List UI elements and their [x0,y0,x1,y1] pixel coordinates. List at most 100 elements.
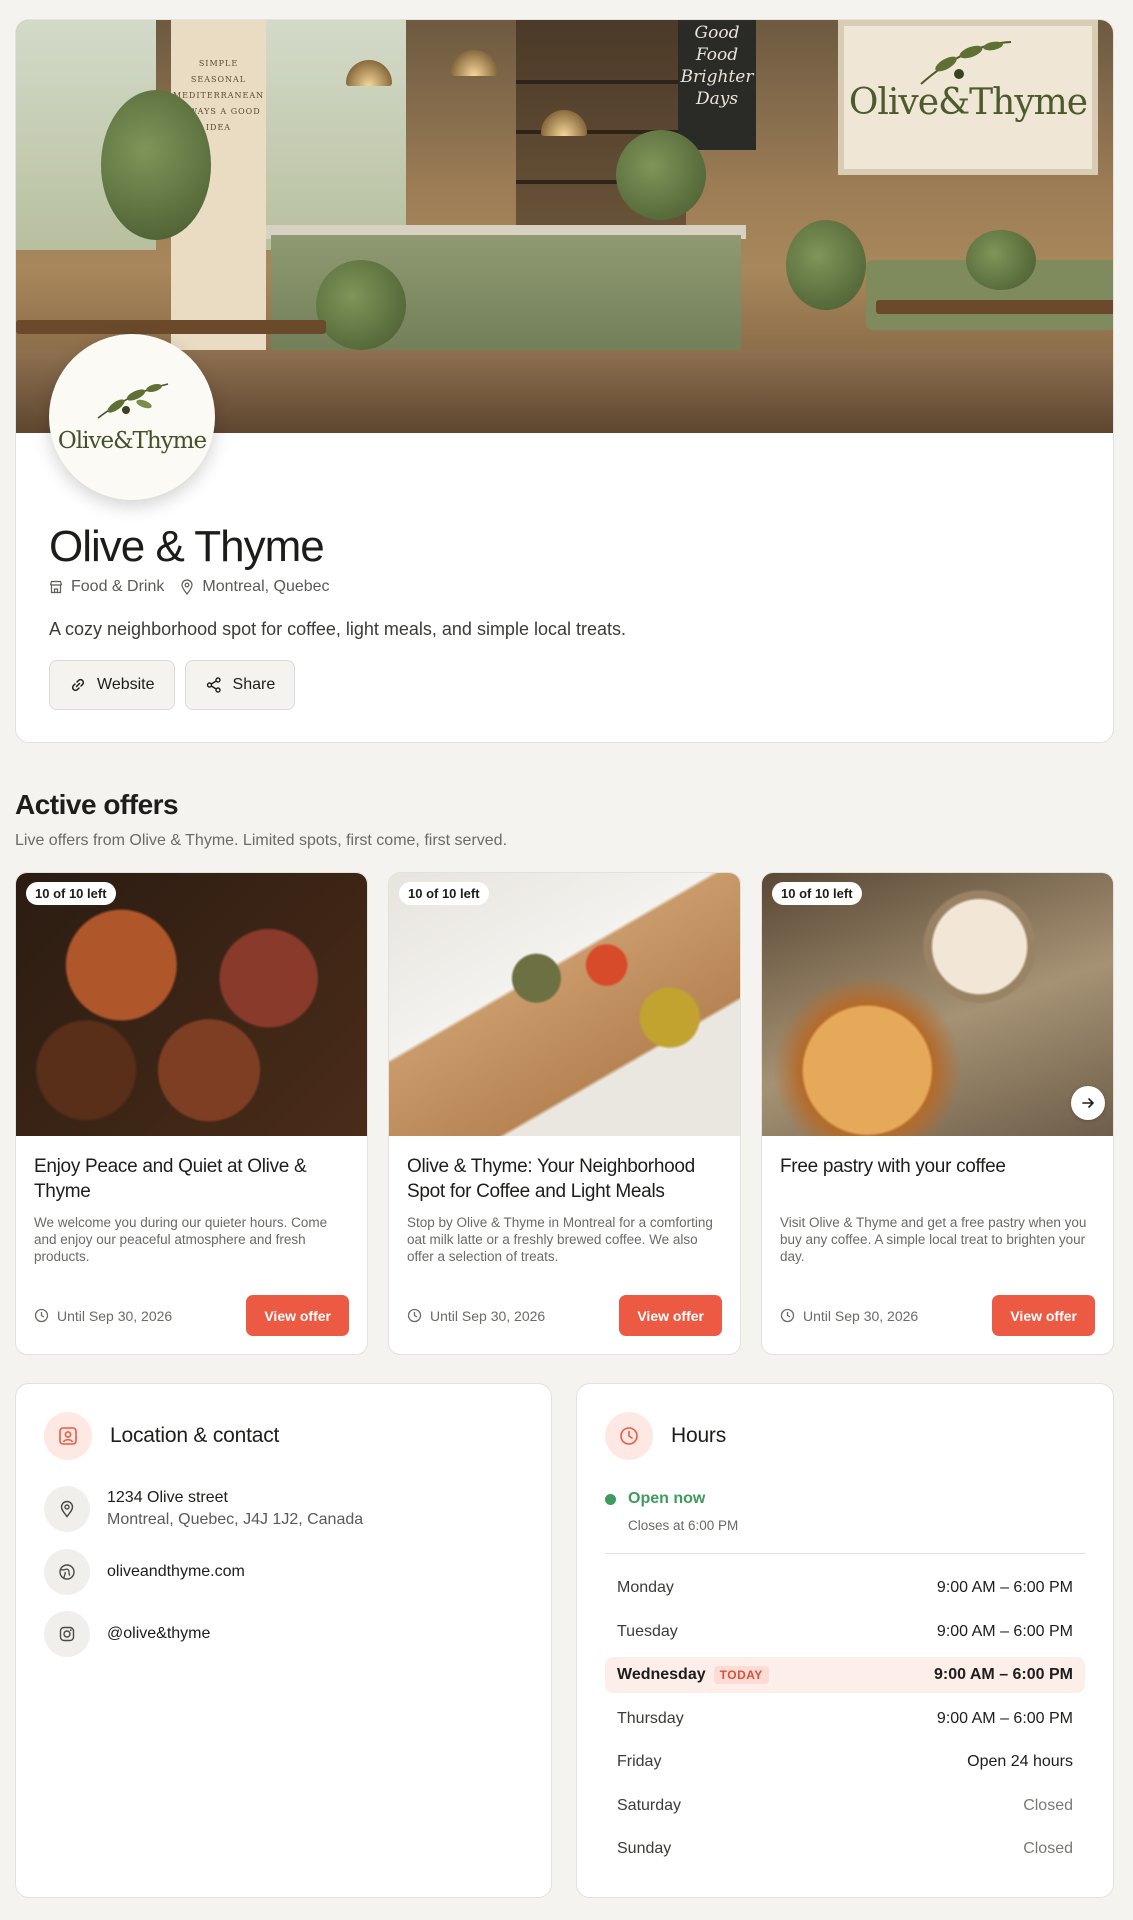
open-status-label: Open now [628,1490,706,1507]
olive-branch-icon [97,383,169,419]
profile-actions: Website Share [49,660,296,710]
hours-row: Sunday Closed [605,1831,1085,1867]
instagram-icon [44,1611,90,1657]
clock-icon [605,1412,653,1460]
offers-section-subtitle: Live offers from Olive & Thyme. Limited … [15,832,508,849]
offer-title: Free pastry with your coffee [780,1156,1006,1177]
offer-expiry: Until Sep 30, 2026 [34,1308,172,1324]
day-hours: Closed [1023,1796,1073,1814]
offer-title: Olive & Thyme: Your Neighborhood Spot fo… [407,1156,695,1202]
offer-availability-badge: 10 of 10 left [399,882,489,905]
day-hours: 9:00 AM – 6:00 PM [936,1579,1073,1596]
category-item: Food & Drink [49,578,164,596]
hours-row: Thursday 9:00 AM – 6:00 PM [605,1701,1085,1737]
view-offer-button[interactable]: View offer [246,1295,349,1336]
arrow-right-icon [1082,1098,1094,1108]
address-city: Montreal, Quebec, J4J 1J2, Canada [107,1511,364,1528]
day-label: Monday [617,1579,674,1596]
day-hours: 9:00 AM – 6:00 PM [936,1622,1073,1640]
website-row[interactable]: oliveandthyme.com [44,1549,245,1595]
business-name: Olive & Thyme [49,522,325,571]
hours-panel-title: Hours [671,1424,727,1447]
day-hours: 9:00 AM – 6:00 PM [933,1666,1073,1683]
instagram-row[interactable]: @olive&thyme [44,1611,210,1657]
offer-image: 10 of 10 left [762,873,1113,1136]
offer-card[interactable]: 10 of 10 left Olive & Thyme: Your Neighb… [388,872,741,1355]
business-profile-card: SIMPLE SEASONAL MEDITERRANEAN ALWAYS A G… [15,19,1114,743]
share-button-label: Share [232,676,276,693]
instagram-handle[interactable]: @olive&thyme [107,1625,210,1643]
address-street: 1234 Olive street [107,1489,228,1506]
offer-description: We welcome you during our quieter hours.… [34,1215,328,1264]
offer-image: 10 of 10 left [389,873,740,1136]
business-avatar: Olive&Thyme [49,334,215,500]
hours-panel: Hours Open now Closes at 6:00 PM Monday … [576,1383,1114,1898]
day-label: Saturday [617,1796,682,1814]
carousel-next-button[interactable] [1071,1086,1105,1120]
offer-expiry: Until Sep 30, 2026 [407,1308,545,1324]
closing-time: Closes at 6:00 PM [628,1518,739,1533]
offer-expiry-label: Until Sep 30, 2026 [803,1307,919,1324]
day-label: Tuesday [617,1622,678,1640]
hours-row: Saturday Closed [605,1788,1085,1824]
hours-row: Monday 9:00 AM – 6:00 PM [605,1570,1085,1606]
view-offer-button[interactable]: View offer [992,1295,1095,1336]
offers-section-title: Active offers [15,789,179,820]
offer-description: Stop by Olive & Thyme in Montreal for a … [407,1215,713,1264]
offer-availability-badge: 10 of 10 left [772,882,862,905]
offer-expiry: Until Sep 30, 2026 [780,1308,918,1324]
map-pin-icon [181,579,193,595]
open-status: Open now [605,1490,705,1508]
avatar-logo-text: Olive&Thyme [57,428,207,454]
view-offer-button[interactable]: View offer [619,1295,722,1336]
offer-card[interactable]: 10 of 10 left Enjoy Peace and Quiet at O… [15,872,368,1355]
location-contact-panel: Location & contact 1234 Olive street Mon… [15,1383,552,1898]
day-label: Friday [617,1753,662,1770]
location-item: Montreal, Quebec [180,578,330,596]
offer-description: Visit Olive & Thyme and get a free pastr… [780,1215,1087,1264]
business-meta: Food & Drink Montreal, Quebec [49,578,330,596]
hours-row-today: Wednesday TODAY 9:00 AM – 6:00 PM [605,1657,1085,1693]
business-page: SIMPLE SEASONAL MEDITERRANEAN ALWAYS A G… [15,19,1114,1898]
offer-image: 10 of 10 left [16,873,367,1136]
info-panels: Location & contact 1234 Olive street Mon… [15,1383,1114,1898]
day-hours: Closed [1023,1840,1073,1857]
hours-list: Monday 9:00 AM – 6:00 PM Tuesday 9:00 AM… [605,1570,1085,1875]
hours-row: Tuesday 9:00 AM – 6:00 PM [605,1614,1085,1650]
address-row: 1234 Olive street Montreal, Quebec, J4J … [44,1486,363,1532]
website-button-label: Website [97,676,155,693]
offer-expiry-label: Until Sep 30, 2026 [430,1307,546,1324]
offer-title: Enjoy Peace and Quiet at Olive & Thyme [34,1156,307,1202]
day-hours: 9:00 AM – 6:00 PM [936,1709,1073,1727]
clock-icon [34,1308,49,1323]
clock-icon [780,1308,795,1323]
store-icon [49,580,63,594]
offer-availability-badge: 10 of 10 left [26,882,116,905]
offer-expiry-label: Until Sep 30, 2026 [57,1307,173,1324]
day-label: Thursday [617,1709,684,1727]
today-badge: TODAY [713,1666,769,1684]
business-description: A cozy neighborhood spot for coffee, lig… [49,619,626,639]
map-pin-icon [44,1486,90,1532]
share-button[interactable]: Share [184,660,296,710]
website-link[interactable]: oliveandthyme.com [107,1563,245,1581]
category-label: Food & Drink [71,578,165,595]
contact-card-icon [44,1412,92,1460]
offer-card[interactable]: 10 of 10 left Free pastry with your coff… [761,872,1114,1355]
location-panel-header: Location & contact [44,1412,279,1460]
location-panel-title: Location & contact [110,1424,280,1447]
location-label: Montreal, Quebec [202,578,330,595]
day-hours: Open 24 hours [967,1753,1073,1770]
cover-wall-sign: Olive&Thyme [848,82,1088,123]
link-icon [71,678,85,692]
offers-list: 10 of 10 left Enjoy Peace and Quiet at O… [15,872,1114,1355]
day-label: Wednesday [617,1666,706,1683]
hours-panel-header: Hours [605,1412,726,1460]
status-dot-icon [605,1493,616,1505]
clock-icon [407,1308,422,1323]
hours-divider [605,1553,1085,1554]
share-icon [206,677,221,693]
website-button[interactable]: Website [49,660,175,710]
hours-row: Friday Open 24 hours [605,1744,1085,1780]
cover-chalkboard: Good Food Brighter Days [680,23,754,109]
